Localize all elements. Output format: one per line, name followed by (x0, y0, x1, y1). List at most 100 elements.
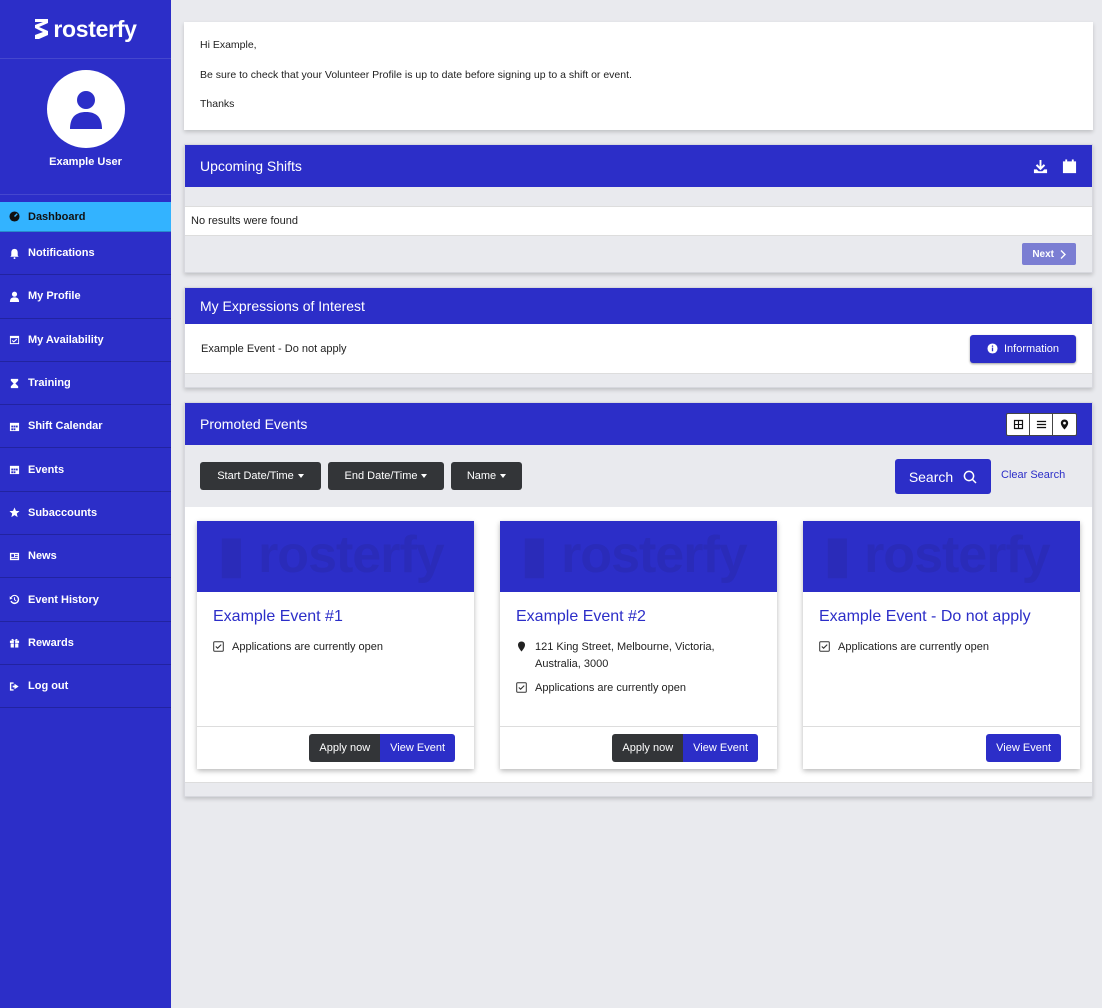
bell-icon (8, 247, 20, 259)
clear-search-link[interactable]: Clear Search (1001, 469, 1065, 481)
panel-title: Upcoming Shifts (200, 158, 302, 174)
event-card: ▮ rosterfy Example Event #2 121 King Str… (500, 521, 777, 769)
welcome-message: Be sure to check that your Volunteer Pro… (200, 68, 632, 81)
event-banner: ▮ rosterfy (803, 521, 1080, 592)
eoi-header: My Expressions of Interest (185, 288, 1092, 324)
sidebar-item-label: Training (28, 377, 71, 390)
view-event-button[interactable]: View Event (986, 734, 1061, 762)
calendar-icon[interactable] (1062, 158, 1077, 174)
search-button[interactable]: Search (895, 459, 991, 494)
logout-icon (8, 680, 20, 692)
event-actions: Apply now View Event (500, 726, 777, 769)
sidebar-item-label: Subaccounts (28, 506, 98, 519)
map-view-button[interactable] (1053, 414, 1076, 435)
event-address: 121 King Street, Melbourne, Victoria, Au… (516, 639, 761, 672)
dashboard-icon (8, 211, 20, 223)
event-body: Example Event #1 Applications are curren… (197, 592, 474, 726)
sidebar-item-my-profile[interactable]: My Profile (0, 275, 171, 319)
sidebar-item-training[interactable]: Training (0, 362, 171, 406)
view-event-button[interactable]: View Event (380, 734, 455, 762)
event-actions: View Event (803, 726, 1080, 769)
star-icon (8, 507, 20, 519)
avatar[interactable] (46, 70, 125, 148)
sidebar-item-subaccounts[interactable]: Subaccounts (0, 492, 171, 536)
end-date-filter[interactable]: End Date/Time (328, 462, 444, 490)
event-body: Example Event #2 121 King Street, Melbou… (500, 592, 777, 726)
filter-label: Name (466, 470, 497, 482)
filter-label: End Date/Time (344, 470, 418, 482)
filter-bar: Start Date/Time End Date/Time Name Searc… (185, 445, 1092, 507)
sidebar-item-label: Rewards (28, 636, 74, 649)
sidebar-item-shift-calendar[interactable]: Shift Calendar (0, 405, 171, 449)
sidebar-item-my-availability[interactable]: My Availability (0, 319, 171, 362)
user-icon (8, 290, 20, 302)
newspaper-icon (8, 550, 20, 562)
events-grid: ▮ rosterfy Example Event #1 Applications… (185, 507, 1092, 783)
sidebar-item-label: Event History (28, 593, 99, 606)
name-filter[interactable]: Name (451, 462, 522, 490)
rosterfy-logo-icon (35, 19, 49, 39)
empty-results: No results were found (185, 206, 1092, 236)
calendar-check-icon (8, 334, 20, 346)
checkbox-checked-icon (516, 682, 527, 693)
next-button[interactable]: Next (1022, 243, 1076, 265)
sidebar-item-label: Shift Calendar (28, 420, 103, 433)
sidebar-item-event-history[interactable]: Event History (0, 578, 171, 622)
sidebar-item-label: News (28, 550, 57, 563)
information-button[interactable]: Information (970, 334, 1076, 363)
sidebar-item-news[interactable]: News (0, 535, 171, 579)
grid-view-button[interactable] (1007, 413, 1030, 435)
sidebar-item-dashboard[interactable]: Dashboard (0, 202, 171, 232)
sidebar-item-events[interactable]: Events (0, 448, 171, 492)
list-view-button[interactable] (1030, 413, 1053, 435)
brand[interactable]: rosterfy (0, 0, 171, 59)
apply-now-button[interactable]: Apply now (309, 734, 381, 762)
hourglass-icon (8, 377, 20, 389)
upcoming-shifts-panel: Upcoming Shifts No results were found Ne… (184, 144, 1093, 273)
event-status: Applications are currently open (819, 639, 1064, 656)
caret-down-icon (421, 474, 428, 478)
caret-down-icon (297, 474, 304, 478)
pagination: Next (185, 236, 1092, 272)
event-title[interactable]: Example Event - Do not apply (819, 608, 1064, 626)
apply-now-button[interactable]: Apply now (612, 734, 684, 762)
brand-name: rosterfy (53, 15, 137, 42)
sidebar-item-rewards[interactable]: Rewards (0, 622, 171, 665)
start-date-filter[interactable]: Start Date/Time (200, 462, 321, 490)
search-icon (963, 470, 977, 484)
sidebar-item-label: Dashboard (28, 210, 86, 223)
panel-title: Promoted Events (200, 416, 308, 432)
welcome-card: Hi Example, Be sure to check that your V… (184, 22, 1093, 130)
event-actions: Apply now View Event (197, 726, 474, 769)
checkbox-checked-icon (213, 641, 224, 652)
information-label: Information (1003, 342, 1060, 355)
gift-icon (8, 637, 20, 649)
event-status: Applications are currently open (213, 639, 458, 656)
next-label: Next (1032, 248, 1054, 260)
event-status-text: Applications are currently open (535, 682, 687, 694)
sidebar-item-notifications[interactable]: Notifications (0, 232, 171, 276)
event-status-text: Applications are currently open (232, 641, 384, 653)
welcome-greeting: Hi Example, (200, 39, 257, 51)
sidebar-nav: Dashboard Notifications My Profile My Av… (0, 202, 171, 709)
sidebar-item-label: Log out (28, 680, 69, 693)
view-event-button[interactable]: View Event (683, 734, 758, 762)
event-title[interactable]: Example Event #2 (516, 608, 761, 626)
sidebar-item-label: Notifications (28, 247, 95, 260)
event-card: ▮ rosterfy Example Event #1 Applications… (197, 521, 474, 769)
grid-icon (1013, 419, 1023, 429)
chevron-right-icon (1060, 249, 1066, 259)
calendar-icon (8, 420, 20, 432)
rosterfy-watermark-icon: ▮ rosterfy (823, 526, 1051, 584)
sidebar-item-log-out[interactable]: Log out (0, 665, 171, 709)
caret-down-icon (500, 474, 507, 478)
panel-title: My Expressions of Interest (200, 298, 365, 314)
shift-actions (1033, 158, 1077, 174)
sidebar-item-label: My Profile (28, 290, 81, 303)
event-card: ▮ rosterfy Example Event - Do not apply … (803, 521, 1080, 769)
download-icon[interactable] (1033, 159, 1048, 174)
event-title[interactable]: Example Event #1 (213, 608, 458, 626)
event-status-text: Applications are currently open (838, 641, 990, 653)
